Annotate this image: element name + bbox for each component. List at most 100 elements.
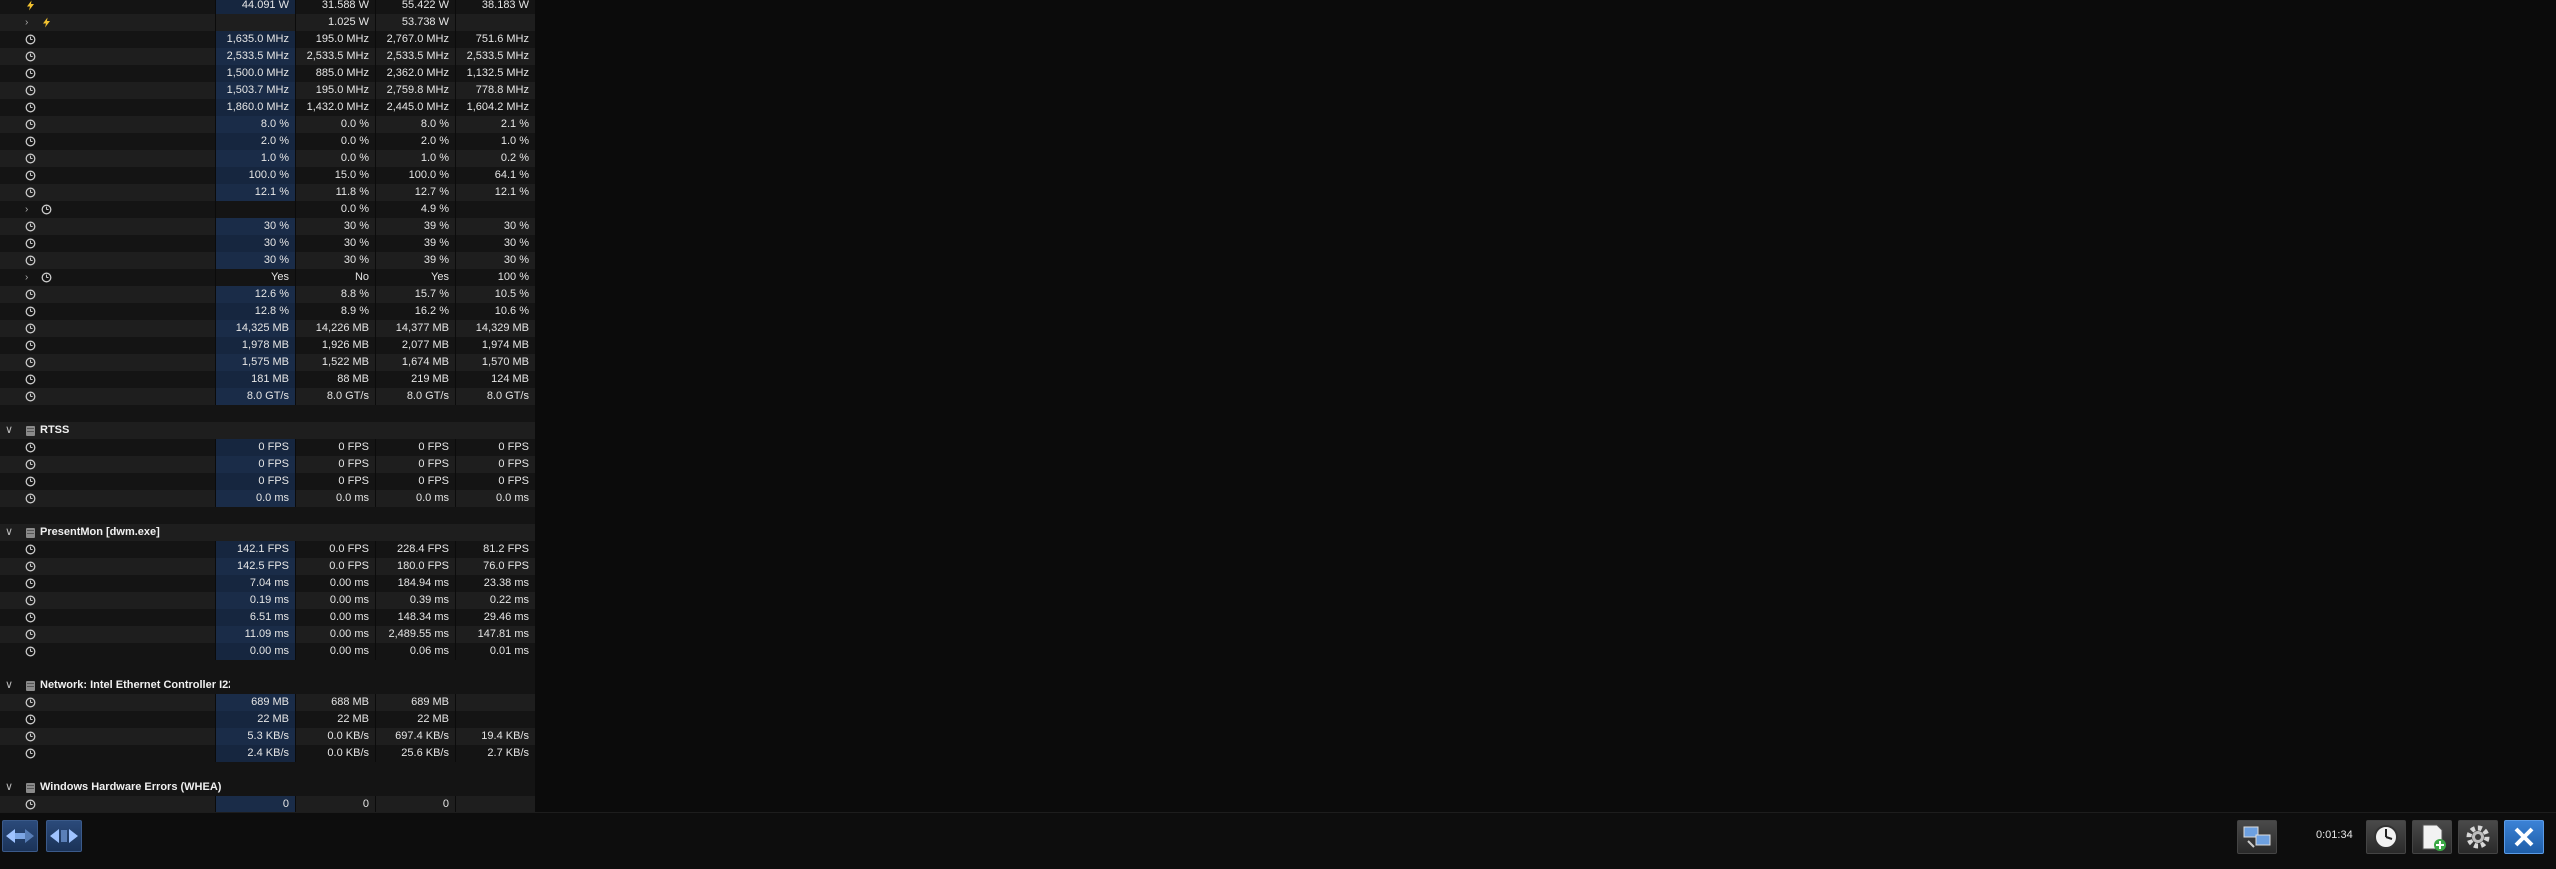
gear-icon (2466, 825, 2490, 849)
navigate-arrows-button[interactable] (2, 820, 38, 852)
add-report-button[interactable] (2412, 820, 2452, 854)
sensor-gauge-icon (25, 493, 36, 504)
sensor-row[interactable]: GPU Fan230 %30 %39 %30 % (0, 235, 535, 252)
sensor-row[interactable]: Framerate (Displayed)142.5 FPS0.0 FPS180… (0, 558, 535, 575)
sensor-row[interactable]: GPU Busy0.19 ms0.00 ms0.39 ms0.22 ms (0, 592, 535, 609)
close-button[interactable] (2504, 820, 2544, 854)
sensor-row[interactable]: Total GPU Power (normalized) [...12.8 %8… (0, 303, 535, 320)
sensor-row[interactable]: GPU Memory Controller Load2.0 %0.0 %2.0 … (0, 133, 535, 150)
sensor-group-header[interactable]: ∨ Windows Hardware Errors (WHEA) (0, 779, 535, 796)
sensor-group-header[interactable]: ∨ RTSS (0, 422, 535, 439)
sensor-gauge-icon (25, 374, 36, 385)
average-value: 8.0 GT/s (455, 388, 535, 405)
sensor-row[interactable]: GPU Core Load8.0 %0.0 %8.0 %2.1 % (0, 116, 535, 133)
sensor-row[interactable]: Total DL689 MB688 MB689 MB (0, 694, 535, 711)
minimum-value: 1,432.0 MHz (295, 99, 375, 116)
minimum-value: 0 (295, 796, 375, 813)
sensor-row[interactable]: GPU Video Engine Load1.0 %0.0 %1.0 %0.2 … (0, 150, 535, 167)
sensor-gauge-icon (25, 170, 36, 181)
current-value: 8.0 GT/s (215, 388, 295, 405)
maximum-value: 16.2 % (375, 303, 455, 320)
maximum-value: 0 FPS (375, 473, 455, 490)
sensor-row[interactable]: CPU Wait0.00 ms0.00 ms0.06 ms0.01 ms (0, 643, 535, 660)
sensor-row[interactable]: GPU Memory Allocated1,978 MB1,926 MB2,07… (0, 337, 535, 354)
sensor-row[interactable]: GPU Bus Load100.0 %15.0 %100.0 %64.1 % (0, 167, 535, 184)
group-label: PresentMon [dwm.exe] (40, 526, 160, 538)
spacer-row (0, 405, 535, 422)
average-value: 64.1 % (455, 167, 535, 184)
sensor-row[interactable]: GPU Power44.091 W31.588 W55.422 W38.183 … (0, 0, 535, 14)
average-value (455, 694, 535, 711)
minimum-value: 0.0 % (295, 201, 375, 218)
sensor-chip-icon (26, 528, 35, 538)
clock-button[interactable] (2366, 820, 2406, 854)
sensor-row[interactable]: GPU Memory Available14,325 MB14,226 MB14… (0, 320, 535, 337)
minimum-value: 0.0 % (295, 150, 375, 167)
average-value: 38.183 W (455, 0, 535, 14)
average-value: 1,974 MB (455, 337, 535, 354)
minimum-value: 195.0 MHz (295, 31, 375, 48)
sensor-row[interactable]: Total UP22 MB22 MB22 MB (0, 711, 535, 728)
power-bolt-icon (41, 17, 52, 28)
sensor-row[interactable]: Framerate 0.1% Low0 FPS0 FPS0 FPS0 FPS (0, 473, 535, 490)
sensor-group-header[interactable]: ∨ PresentMon [dwm.exe] (0, 524, 535, 541)
sensor-row[interactable]: GPU Effective Clock1,503.7 MHz195.0 MHz2… (0, 82, 535, 99)
sensor-row[interactable]: GPU Clock1,635.0 MHz195.0 MHz2,767.0 MHz… (0, 31, 535, 48)
maximum-value: 2.0 % (375, 133, 455, 150)
chevron-down-icon[interactable]: ∨ (5, 422, 13, 439)
sensor-row[interactable]: CPU Busy11.09 ms0.00 ms2,489.55 ms147.81… (0, 626, 535, 643)
clock-icon (2374, 825, 2398, 849)
minimum-value: 8.0 GT/s (295, 388, 375, 405)
minimum-value: 1,926 MB (295, 337, 375, 354)
maximum-value: 1.0 % (375, 150, 455, 167)
sensor-row[interactable]: GPU Fan330 %30 %39 %30 % (0, 252, 535, 269)
sensor-row[interactable]: GPU Memory Clock2,533.5 MHz2,533.5 MHz2,… (0, 48, 535, 65)
average-value: 19.4 KB/s (455, 728, 535, 745)
sensor-row[interactable]: Framerate (Presented)142.1 FPS0.0 FPS228… (0, 541, 535, 558)
sensor-row[interactable]: GPU D3D Memory Dynamic181 MB88 MB219 MB1… (0, 371, 535, 388)
sensor-panel: GPU Power44.091 W31.588 W55.422 W38.183 … (0, 0, 535, 813)
maximum-value: 0.39 ms (375, 592, 455, 609)
sensor-row[interactable]: ›GPU D3D Usages0.0 %4.9 % (0, 201, 535, 218)
collapse-layout-button[interactable] (46, 820, 82, 852)
double-arrow-icon (6, 829, 34, 843)
chevron-right-icon[interactable]: › (25, 269, 35, 286)
sensor-row[interactable]: Framerate 1% Low0 FPS0 FPS0 FPS0 FPS (0, 456, 535, 473)
minimum-value: 195.0 MHz (295, 82, 375, 99)
sensor-row[interactable]: GPU D3D Memory Dedicated1,575 MB1,522 MB… (0, 354, 535, 371)
sensor-gauge-icon (25, 697, 36, 708)
settings-button[interactable] (2458, 820, 2498, 854)
sensor-row[interactable]: Current DL rate5.3 KB/s0.0 KB/s697.4 KB/… (0, 728, 535, 745)
maximum-value: 53.738 W (375, 14, 455, 31)
network-sync-button[interactable] (2237, 820, 2277, 854)
sensor-row[interactable]: Total GPU Power [% of TDP]12.6 %8.8 %15.… (0, 286, 535, 303)
chevron-down-icon[interactable]: ∨ (5, 524, 13, 541)
spacer-row (0, 660, 535, 677)
chevron-right-icon[interactable]: › (25, 201, 35, 218)
sensor-row[interactable]: GPU Fan130 %30 %39 %30 % (0, 218, 535, 235)
minimum-value: 0.0 FPS (295, 558, 375, 575)
sensor-row[interactable]: ›GPU Performance LimitersYesNoYes100 % (0, 269, 535, 286)
minimum-value: 0.0 FPS (295, 541, 375, 558)
sensor-row[interactable]: GPU Crossbar Clock1,860.0 MHz1,432.0 MHz… (0, 99, 535, 116)
sensor-row[interactable]: ›GPU Rail Powers1.025 W53.738 W (0, 14, 535, 31)
average-value: 2,533.5 MHz (455, 48, 535, 65)
sensor-group-header[interactable]: ∨ Network: Intel Ethernet Controller I225… (0, 677, 535, 694)
chevron-down-icon[interactable]: ∨ (5, 677, 13, 694)
sensor-row[interactable]: Frame Time0.0 ms0.0 ms0.0 ms0.0 ms (0, 490, 535, 507)
sensor-row[interactable]: GPU Video Clock1,500.0 MHz885.0 MHz2,362… (0, 65, 535, 82)
add-document-icon (2422, 824, 2446, 851)
sensor-row[interactable]: GPU Memory Usage12.1 %11.8 %12.7 %12.1 % (0, 184, 535, 201)
sensor-row[interactable]: Current UP rate2.4 KB/s0.0 KB/s25.6 KB/s… (0, 745, 535, 762)
sensor-row[interactable]: Total Errors000 (0, 796, 535, 813)
chevron-down-icon[interactable]: ∨ (5, 779, 13, 796)
sensor-gauge-icon (25, 119, 36, 130)
sensor-row[interactable]: Frame Time7.04 ms0.00 ms184.94 ms23.38 m… (0, 575, 535, 592)
chevron-right-icon[interactable]: › (25, 14, 35, 31)
sensor-row[interactable]: Framerate0 FPS0 FPS0 FPS0 FPS (0, 439, 535, 456)
current-value: 1,860.0 MHz (215, 99, 295, 116)
sensor-row[interactable]: PCIe Link Speed8.0 GT/s8.0 GT/s8.0 GT/s8… (0, 388, 535, 405)
sensor-row[interactable]: GPU Wait6.51 ms0.00 ms148.34 ms29.46 ms (0, 609, 535, 626)
current-value: 22 MB (215, 711, 295, 728)
average-value: 778.8 MHz (455, 82, 535, 99)
